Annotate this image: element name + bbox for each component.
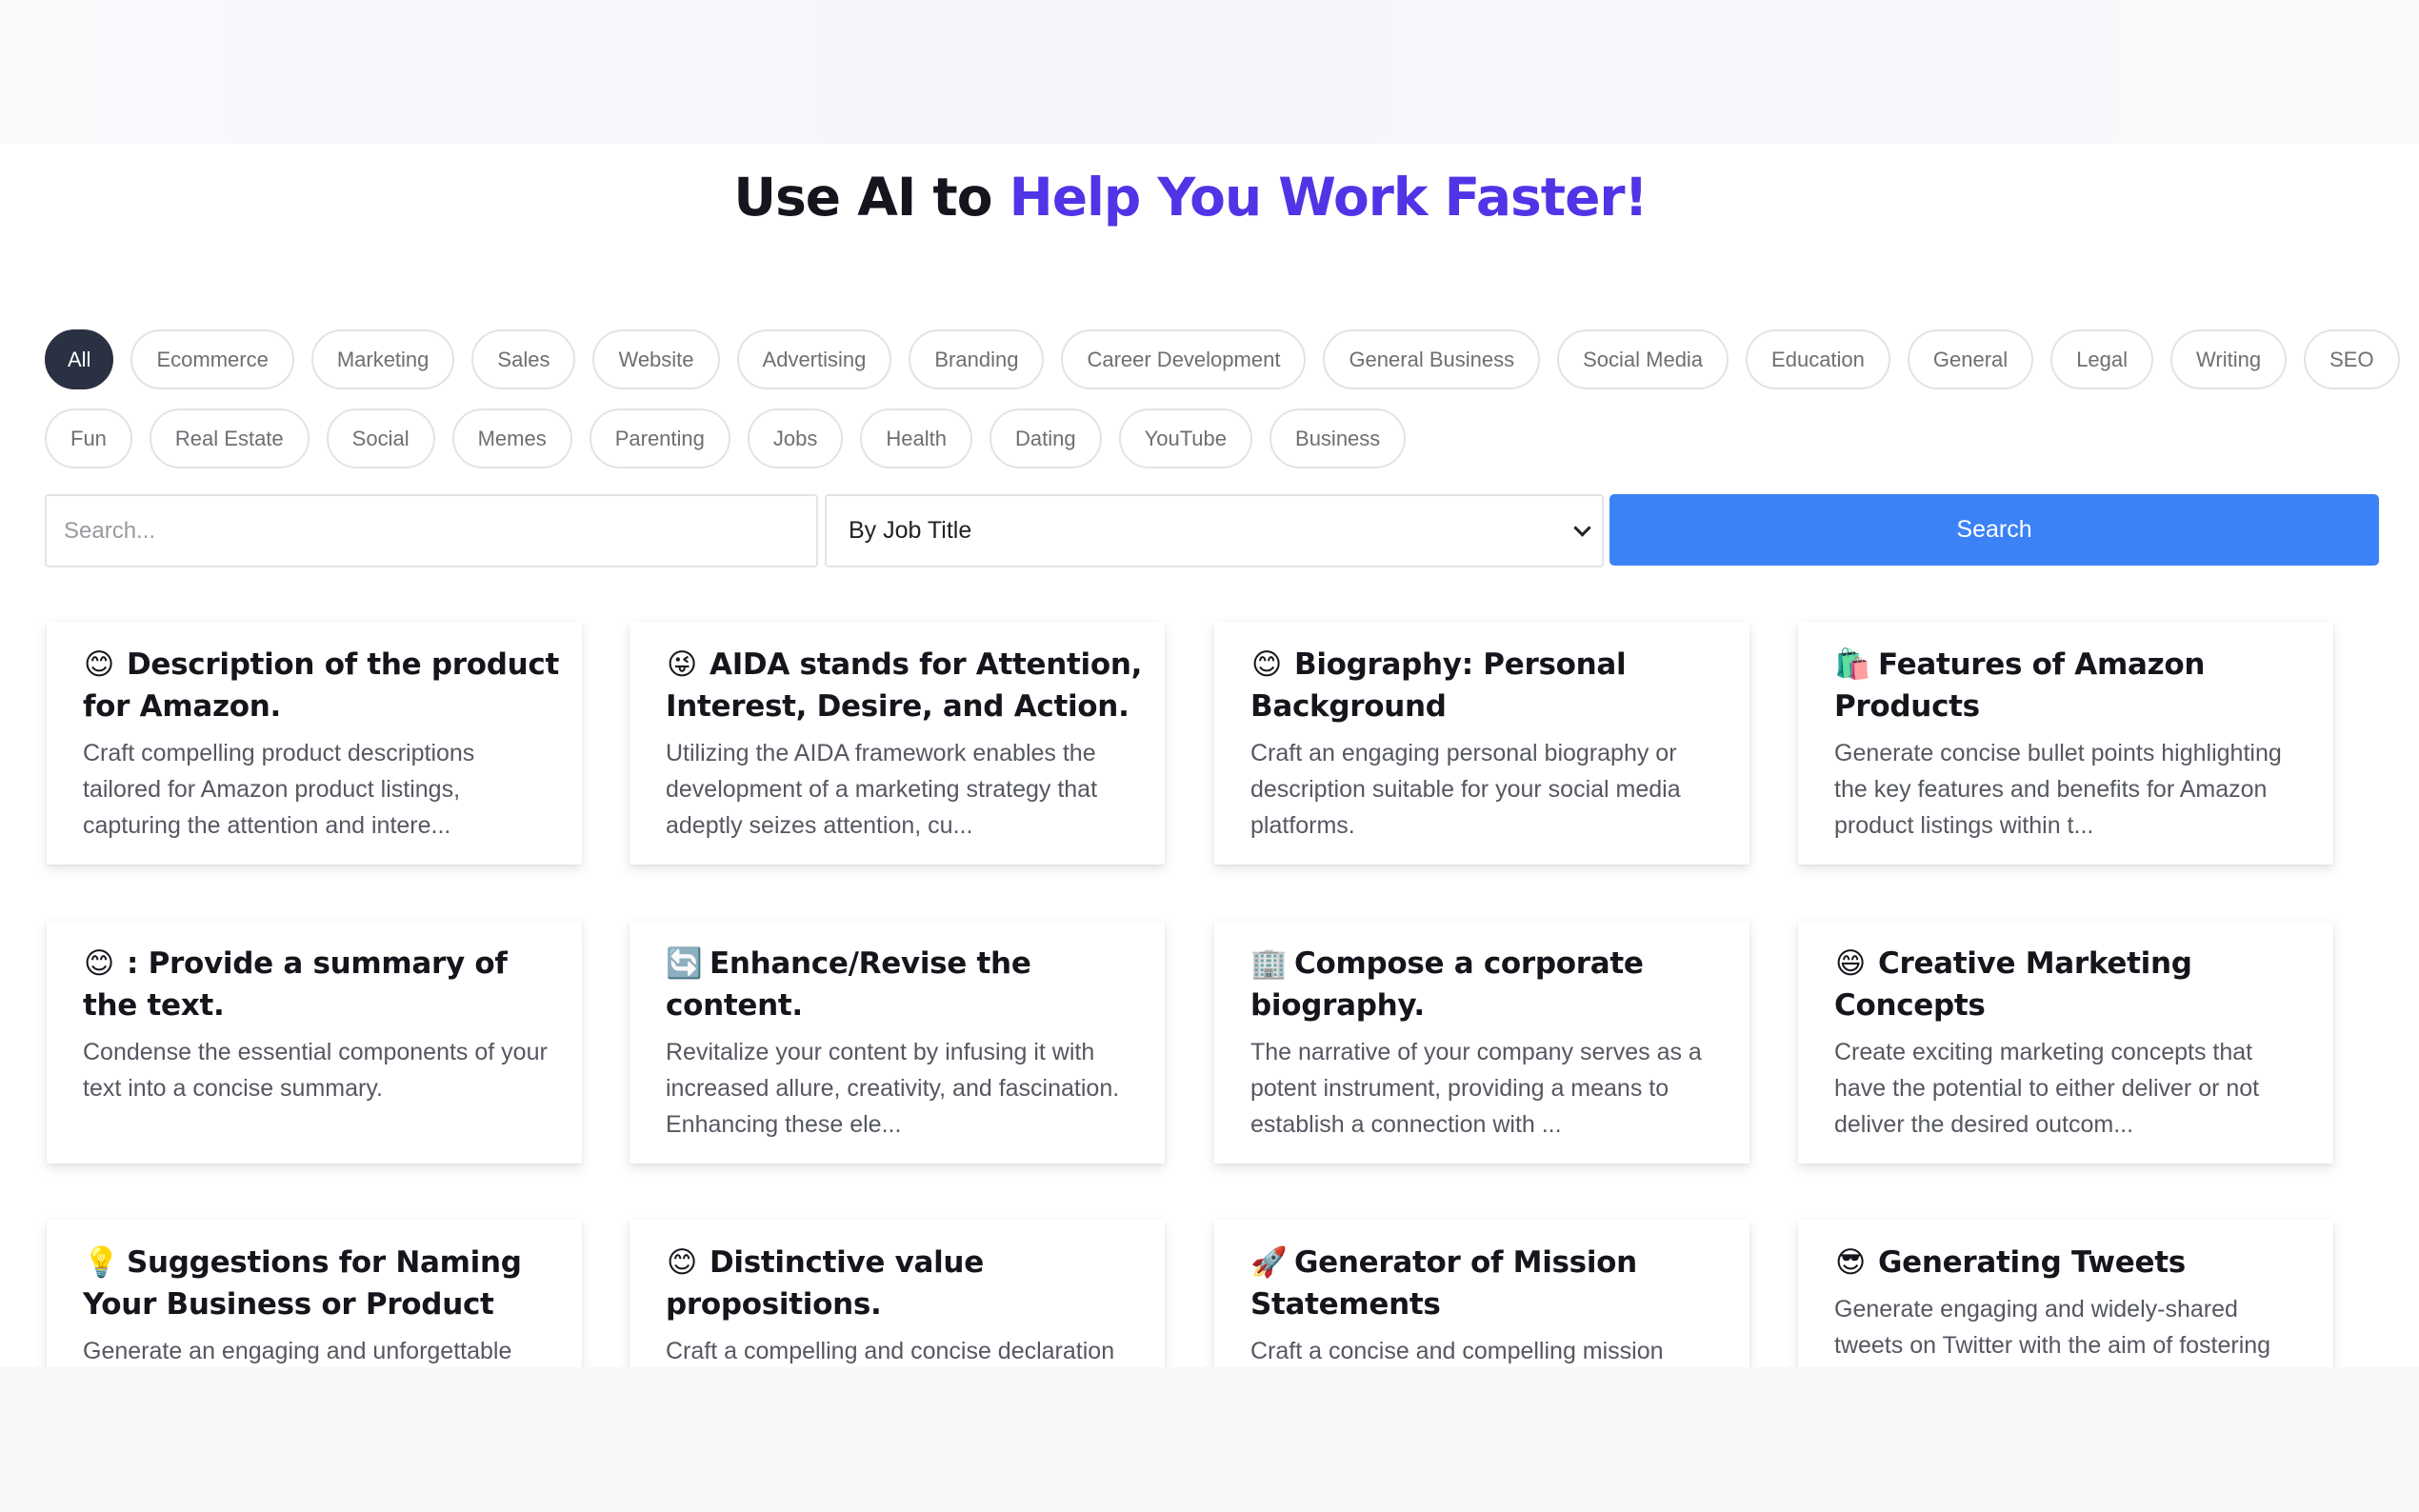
category-chip-general[interactable]: General (1907, 329, 2034, 389)
chevron-down-icon (1573, 519, 1591, 537)
card-title-text: AIDA stands for Attention, Interest, Des… (666, 647, 1143, 724)
category-chip-website[interactable]: Website (592, 329, 720, 389)
card-title-text: Description of the product for Amazon. (83, 647, 560, 724)
sunglasses-emoji-icon: 😎 (1834, 1245, 1867, 1280)
search-filter-selected: By Job Title (849, 517, 972, 544)
card-description: Craft a compelling and concise declarati… (666, 1338, 1115, 1364)
card-description: Create exciting marketing concepts that … (1834, 1039, 2260, 1138)
card-description: Generate engaging and widely-shared twee… (1834, 1296, 2271, 1359)
winking-tongue-emoji-icon: 😜 (666, 647, 698, 682)
category-chip-sales[interactable]: Sales (471, 329, 576, 389)
card-description: Generate concise bullet points highlight… (1834, 740, 2282, 839)
category-chip-real-estate[interactable]: Real Estate (149, 408, 310, 468)
page: Use AI to Help You Work Faster! All Ecom… (0, 0, 2419, 1512)
category-chip-education[interactable]: Education (1746, 329, 1890, 389)
card-title: 😊 Biography: Personal Background (1250, 644, 1730, 727)
prompt-card[interactable]: 😄 Creative Marketing Concepts Create exci… (1798, 921, 2333, 1164)
card-title: 😜 AIDA stands for Attention, Interest, De… (666, 644, 1146, 727)
category-chip-advertising[interactable]: Advertising (736, 329, 892, 389)
headline-accent: Help You Work Faster! (1009, 167, 1649, 228)
card-title: 🚀 Generator of Mission Statements (1250, 1242, 1730, 1325)
office-building-icon: 🏢 (1250, 946, 1288, 981)
search-bar: By Job Title Search (45, 494, 2379, 567)
smile-emoji-icon: 😊 (1250, 647, 1283, 682)
card-description: Revitalize your content by infusing it w… (666, 1039, 1120, 1138)
prompt-card[interactable]: 😊 Biography: Personal Background Craft an… (1214, 622, 1749, 865)
card-title: 😊: Provide a summary of the text. (83, 943, 563, 1026)
prompt-card[interactable]: 😊 Description of the product for Amazon. … (47, 622, 582, 865)
search-button[interactable]: Search (1609, 494, 2379, 566)
footer-overlay (0, 1367, 2419, 1512)
card-title: 🏢 Compose a corporate biography. (1250, 943, 1730, 1026)
hero-background (0, 0, 2419, 144)
card-description: Utilizing the AIDA framework enables the… (666, 740, 1098, 839)
headline-part1: Use AI to (733, 167, 1010, 228)
card-title: 🛍️ Features of Amazon Products (1834, 644, 2314, 727)
search-filter-select[interactable]: By Job Title (825, 494, 1604, 567)
category-chip-memes[interactable]: Memes (451, 408, 572, 468)
card-title-text: Generating Tweets (1878, 1245, 2186, 1280)
category-chip-all[interactable]: All (45, 329, 114, 389)
category-chip-social-media[interactable]: Social Media (1557, 329, 1729, 389)
card-description: Condense the essential components of you… (83, 1039, 548, 1102)
category-chip-branding[interactable]: Branding (909, 329, 1045, 389)
smile-emoji-icon: 😊 (83, 647, 115, 682)
category-chip-general-business[interactable]: General Business (1323, 329, 1541, 389)
page-headline: Use AI to Help You Work Faster! (0, 167, 2381, 228)
category-chip-health[interactable]: Health (860, 408, 972, 468)
card-title: 💡 Suggestions for Naming Your Business or… (83, 1242, 563, 1325)
prompt-card[interactable]: 🏢 Compose a corporate biography. The narr… (1214, 921, 1749, 1164)
card-description: Craft compelling product descriptions ta… (83, 740, 475, 839)
card-title-text: Enhance/Revise the content. (666, 946, 1031, 1023)
search-input[interactable] (45, 494, 818, 567)
card-title: 🔄 Enhance/Revise the content. (666, 943, 1146, 1026)
card-title: 😎 Generating Tweets (1834, 1242, 2314, 1283)
card-title-text: Suggestions for Naming Your Business or … (83, 1245, 522, 1322)
category-row-1: All Ecommerce Marketing Sales Website Ad… (45, 328, 2400, 391)
category-chip-youtube[interactable]: YouTube (1118, 408, 1253, 468)
category-chip-jobs[interactable]: Jobs (747, 408, 844, 468)
card-title-text: : Provide a summary of the text. (83, 946, 508, 1023)
card-description: The narrative of your company serves as … (1250, 1039, 1702, 1138)
card-title-text: Distinctive value propositions. (666, 1245, 984, 1322)
prompt-card[interactable]: 😜 AIDA stands for Attention, Interest, De… (630, 622, 1165, 865)
category-chip-parenting[interactable]: Parenting (589, 408, 730, 468)
category-chip-ecommerce[interactable]: Ecommerce (130, 329, 294, 389)
card-title-text: Features of Amazon Products (1834, 647, 2206, 724)
grin-emoji-icon: 😄 (1834, 946, 1867, 981)
category-chip-writing[interactable]: Writing (2170, 329, 2288, 389)
category-chip-marketing[interactable]: Marketing (310, 329, 455, 389)
category-chip-fun[interactable]: Fun (45, 408, 132, 468)
card-title: 😊 Description of the product for Amazon. (83, 644, 563, 727)
smile-emoji-icon: 😊 (666, 1245, 698, 1280)
lightbulb-icon: 💡 (83, 1245, 120, 1280)
category-filters: All Ecommerce Marketing Sales Website Ad… (45, 328, 2400, 486)
shopping-bags-icon: 🛍️ (1834, 647, 1871, 682)
prompt-card[interactable]: 🛍️ Features of Amazon Products Generate c… (1798, 622, 2333, 865)
card-title: 😊 Distinctive value propositions. (666, 1242, 1146, 1325)
category-chip-business[interactable]: Business (1269, 408, 1407, 468)
card-title-text: Generator of Mission Statements (1250, 1245, 1637, 1322)
card-title: 😄 Creative Marketing Concepts (1834, 943, 2314, 1026)
prompt-card[interactable]: 🔄 Enhance/Revise the content. Revitalize … (630, 921, 1165, 1164)
refresh-arrows-icon: 🔄 (666, 946, 703, 981)
category-chip-seo[interactable]: SEO (2304, 329, 2400, 389)
card-title-text: Biography: Personal Background (1250, 647, 1627, 724)
category-chip-career-development[interactable]: Career Development (1061, 329, 1307, 389)
category-chip-dating[interactable]: Dating (989, 408, 1102, 468)
category-chip-social[interactable]: Social (326, 408, 435, 468)
category-chip-legal[interactable]: Legal (2050, 329, 2154, 389)
smile-emoji-icon: 😊 (83, 946, 115, 981)
card-title-text: Compose a corporate biography. (1250, 946, 1644, 1023)
card-description: Craft a concise and compelling mission (1250, 1338, 1664, 1364)
card-description: Craft an engaging personal biography or … (1250, 740, 1681, 839)
card-description: Generate an engaging and unforgettable (83, 1338, 512, 1364)
rocket-icon: 🚀 (1250, 1245, 1288, 1280)
category-row-2: Fun Real Estate Social Memes Parenting J… (45, 407, 2349, 470)
card-title-text: Creative Marketing Concepts (1834, 946, 2192, 1023)
prompt-card[interactable]: 😊: Provide a summary of the text. Conden… (47, 921, 582, 1164)
